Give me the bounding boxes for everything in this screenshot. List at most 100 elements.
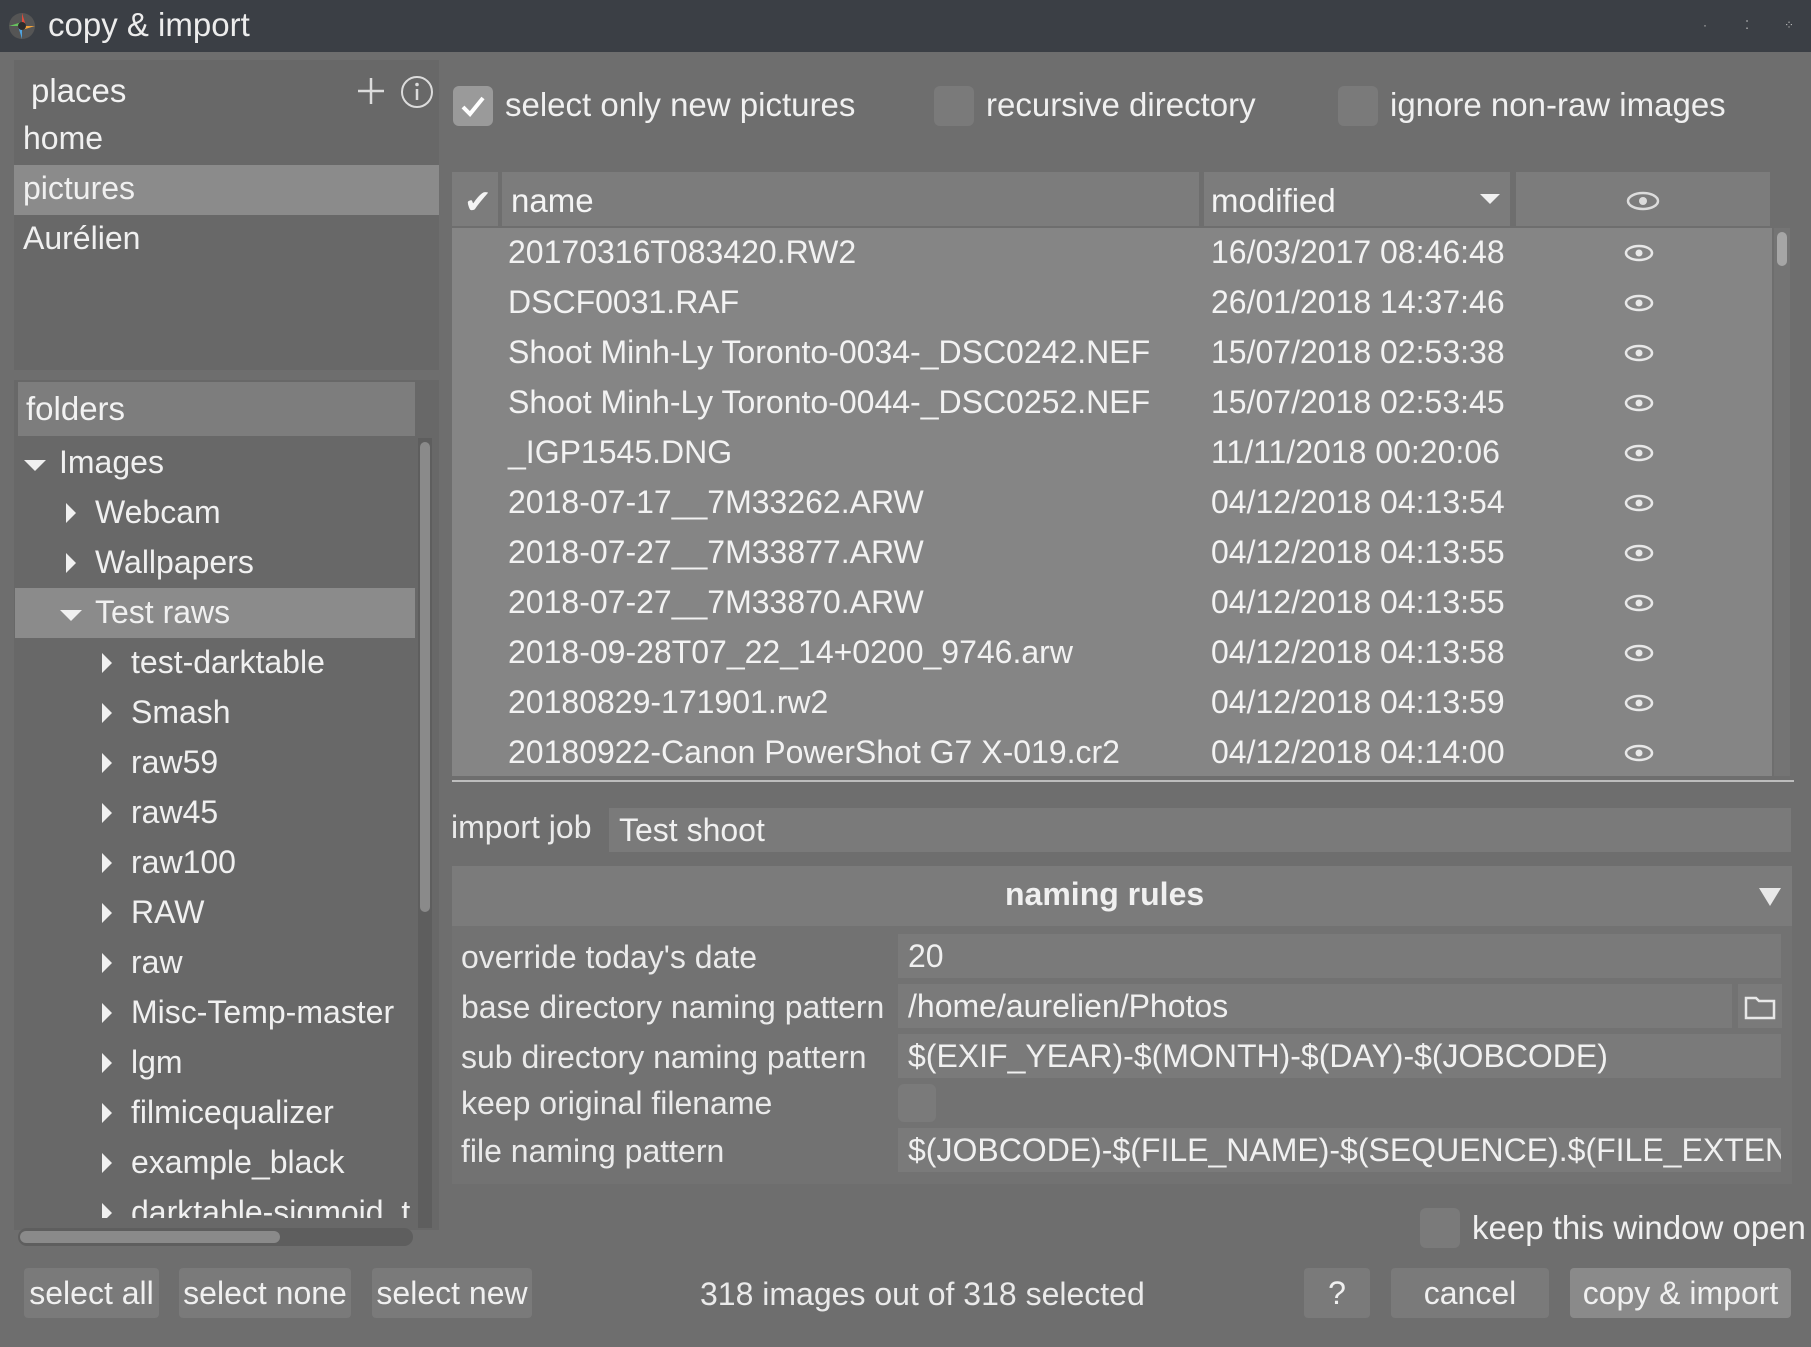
title-bar <box>0 0 1811 52</box>
select-new-button[interactable]: select new <box>372 1268 532 1318</box>
expand-right-icon[interactable] <box>102 903 112 923</box>
column-check-header[interactable]: ✔ <box>452 172 498 226</box>
select-all-button[interactable]: select all <box>24 1268 159 1318</box>
expand-right-icon[interactable] <box>102 1053 112 1073</box>
column-name-header[interactable]: name <box>502 172 1199 226</box>
eye-icon[interactable] <box>1624 244 1654 262</box>
folder-item-filmicequalizer[interactable]: filmicequalizer <box>14 1088 414 1138</box>
expand-right-icon[interactable] <box>102 653 112 673</box>
recursive-checkbox[interactable] <box>934 86 974 126</box>
folder-item-test-darktable[interactable]: test-darktable <box>14 638 414 688</box>
folder-item-raw59[interactable]: raw59 <box>14 738 414 788</box>
folder-item-lgm[interactable]: lgm <box>14 1038 414 1088</box>
folder-item-raw[interactable]: raw <box>14 938 414 988</box>
minimize-button[interactable]: · <box>1694 14 1716 36</box>
file-row[interactable]: DSCF0031.RAF 26/01/2018 14:37:46 <box>452 278 1772 328</box>
place-item-home[interactable]: home <box>14 115 439 165</box>
ignore-nonraw-checkbox[interactable] <box>1338 86 1378 126</box>
select-new-checkbox[interactable] <box>453 86 493 126</box>
expand-right-icon[interactable] <box>102 1103 112 1123</box>
close-button[interactable]: ⁘ <box>1778 14 1800 36</box>
place-item-aurelien[interactable]: Aurélien <box>14 215 439 265</box>
folder-item-raw-upper[interactable]: RAW <box>14 888 414 938</box>
eye-icon[interactable] <box>1624 744 1654 762</box>
folder-vscroll-thumb[interactable] <box>420 442 430 912</box>
file-row[interactable]: Shoot Minh-Ly Toronto-0044-_DSC0252.NEF … <box>452 378 1772 428</box>
expand-right-icon[interactable] <box>102 953 112 973</box>
info-icon[interactable] <box>400 75 434 109</box>
eye-icon <box>1626 191 1660 211</box>
eye-icon[interactable] <box>1624 444 1654 462</box>
file-row[interactable]: 2018-07-27__7M33870.ARW 04/12/2018 04:13… <box>452 578 1772 628</box>
file-row[interactable]: 2018-07-27__7M33877.ARW 04/12/2018 04:13… <box>452 528 1772 578</box>
sub-dir-input[interactable]: $(EXIF_YEAR)-$(MONTH)-$(DAY)-$(JOBCODE) <box>898 1034 1781 1078</box>
folder-item-images[interactable]: Images <box>14 438 414 488</box>
file-modified: 04/12/2018 04:13:55 <box>1211 534 1505 570</box>
override-date-input[interactable]: 20 <box>898 934 1781 978</box>
select-none-button[interactable]: select none <box>179 1268 351 1318</box>
file-row[interactable]: 20170316T083420.RW2 16/03/2017 08:46:48 <box>452 228 1772 278</box>
file-row[interactable]: 20180922-Canon PowerShot G7 X-019.cr2 04… <box>452 728 1772 776</box>
column-preview-header[interactable] <box>1516 172 1770 226</box>
file-modified: 04/12/2018 04:13:58 <box>1211 634 1505 670</box>
folder-vscrollbar[interactable] <box>418 438 432 1228</box>
eye-icon[interactable] <box>1624 544 1654 562</box>
expand-right-icon[interactable] <box>66 503 76 523</box>
folder-label: raw <box>131 944 183 980</box>
file-list-scrollbar[interactable] <box>1774 228 1790 776</box>
expand-right-icon[interactable] <box>102 803 112 823</box>
eye-icon[interactable] <box>1624 494 1654 512</box>
naming-rules-header[interactable]: naming rules <box>452 866 1792 926</box>
sort-down-icon <box>1480 194 1500 204</box>
expand-right-icon[interactable] <box>102 753 112 773</box>
folder-item-misc-temp-master[interactable]: Misc-Temp-master <box>14 988 414 1038</box>
add-place-icon[interactable] <box>356 76 386 106</box>
folder-item-smash[interactable]: Smash <box>14 688 414 738</box>
folder-item-webcam[interactable]: Webcam <box>14 488 414 538</box>
expand-right-icon[interactable] <box>102 853 112 873</box>
cancel-button[interactable]: cancel <box>1391 1268 1549 1318</box>
import-job-input[interactable]: Test shoot <box>609 808 1791 852</box>
expand-right-icon[interactable] <box>66 553 76 573</box>
copy-import-button[interactable]: copy & import <box>1570 1268 1791 1318</box>
eye-icon[interactable] <box>1624 694 1654 712</box>
eye-icon[interactable] <box>1624 344 1654 362</box>
folder-item-raw45[interactable]: raw45 <box>14 788 414 838</box>
folder-item-darktable-sigmoid[interactable]: darktable-sigmoid_t <box>14 1188 414 1218</box>
file-row[interactable]: _IGP1545.DNG 11/11/2018 00:20:06 <box>452 428 1772 478</box>
expand-down-icon[interactable] <box>60 610 82 621</box>
override-date-label: override today's date <box>461 939 758 975</box>
file-naming-input[interactable]: $(JOBCODE)-$(FILE_NAME)-$(SEQUENCE).$(FI… <box>898 1128 1781 1172</box>
keep-open-checkbox[interactable] <box>1420 1208 1460 1248</box>
file-row[interactable]: Shoot Minh-Ly Toronto-0034-_DSC0242.NEF … <box>452 328 1772 378</box>
folder-hscroll-thumb[interactable] <box>20 1231 280 1243</box>
expand-down-icon[interactable] <box>24 460 46 471</box>
expand-right-icon[interactable] <box>102 703 112 723</box>
file-row[interactable]: 2018-07-17__7M33262.ARW 04/12/2018 04:13… <box>452 478 1772 528</box>
place-item-pictures[interactable]: pictures <box>14 165 439 215</box>
import-job-label: import job <box>451 809 592 845</box>
eye-icon[interactable] <box>1624 644 1654 662</box>
eye-icon[interactable] <box>1624 394 1654 412</box>
folder-hscrollbar[interactable] <box>18 1228 413 1246</box>
help-button[interactable]: ? <box>1304 1268 1370 1318</box>
browse-folder-button[interactable] <box>1738 984 1782 1028</box>
file-list-scroll-thumb[interactable] <box>1777 232 1787 266</box>
file-row[interactable]: 2018-09-28T07_22_14+0200_9746.arw 04/12/… <box>452 628 1772 678</box>
expand-right-icon[interactable] <box>102 1003 112 1023</box>
expand-right-icon[interactable] <box>102 1203 112 1218</box>
eye-icon[interactable] <box>1624 294 1654 312</box>
expand-right-icon[interactable] <box>102 1153 112 1173</box>
folder-item-raw100[interactable]: raw100 <box>14 838 414 888</box>
keep-original-checkbox[interactable] <box>898 1084 936 1122</box>
folder-item-test-raws[interactable]: Test raws <box>14 588 414 638</box>
folder-label: Misc-Temp-master <box>131 994 395 1030</box>
collapse-icon[interactable] <box>1759 888 1781 906</box>
base-dir-input[interactable]: /home/aurelien/Photos <box>898 984 1732 1028</box>
folder-item-wallpapers[interactable]: Wallpapers <box>14 538 414 588</box>
maximize-button[interactable]: ⁚ <box>1736 14 1758 36</box>
eye-icon[interactable] <box>1624 594 1654 612</box>
folder-item-example-black[interactable]: example_black <box>14 1138 414 1188</box>
column-modified-header[interactable]: modified <box>1204 172 1510 226</box>
file-row[interactable]: 20180829-171901.rw2 04/12/2018 04:13:59 <box>452 678 1772 728</box>
